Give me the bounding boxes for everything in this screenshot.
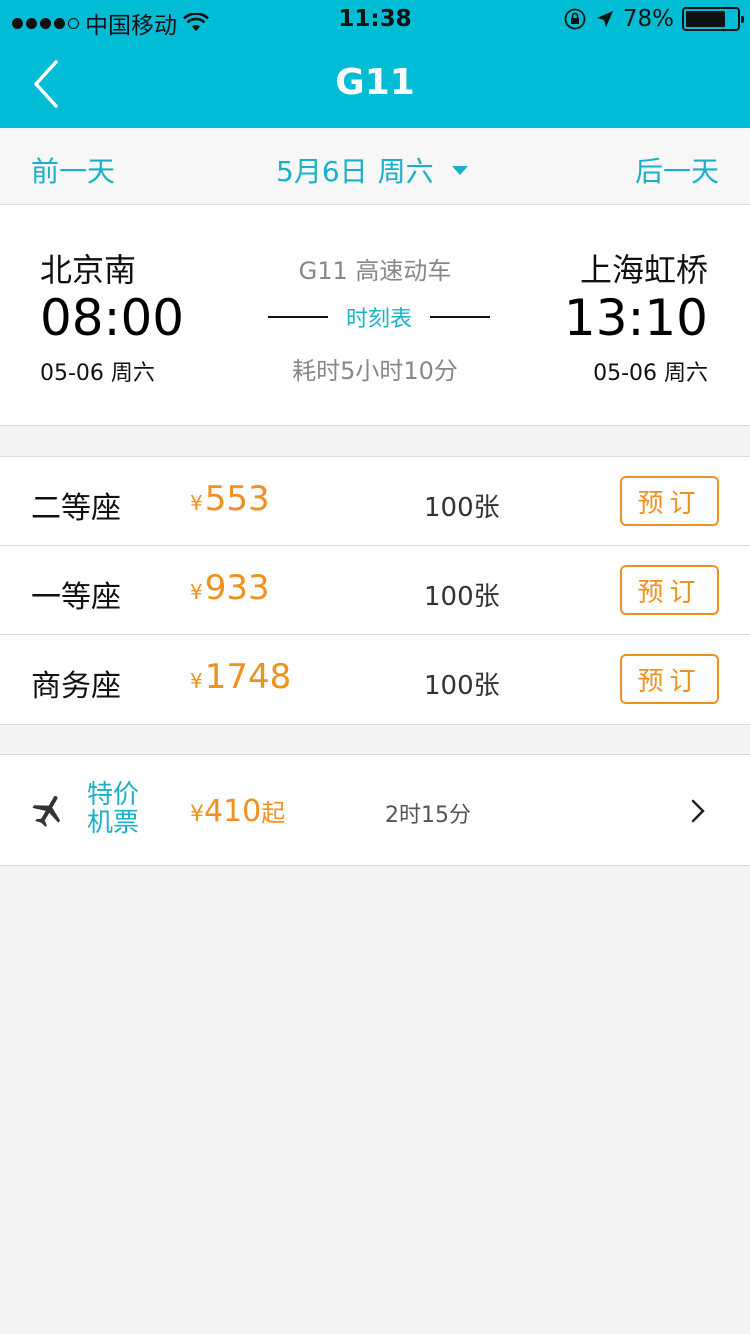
seat-availability: 100张: [424, 671, 500, 701]
seat-class: 二等座: [31, 491, 121, 526]
navigation-bar: G11: [0, 40, 750, 128]
seat-row: 一等座 ¥933 100张 预订: [0, 546, 750, 635]
divider-line: [268, 316, 328, 318]
signal-strength-icon: [12, 17, 79, 29]
next-day-button[interactable]: 后一天: [635, 150, 719, 190]
price-value: 933: [204, 568, 270, 608]
date-bar: 前一天 5月6日 周六 后一天: [0, 128, 750, 205]
rotation-lock-icon: [564, 8, 586, 30]
battery-percent: 78%: [622, 6, 674, 32]
departure-time: 08:00: [40, 289, 185, 347]
flight-deal-row[interactable]: 特价 机票 ¥410起 2时15分: [0, 754, 750, 866]
price-value: 553: [204, 479, 270, 519]
book-button[interactable]: 预订: [620, 565, 719, 615]
page-title: G11: [335, 62, 415, 103]
timetable-link[interactable]: 时刻表: [268, 301, 490, 333]
flight-label-line2: 机票: [87, 808, 140, 838]
flight-deal-label: 特价 机票: [87, 781, 147, 837]
carrier-name: 中国移动: [85, 13, 177, 39]
wifi-icon: [183, 13, 209, 31]
status-bar: 中国移动 11:38 78%: [0, 0, 750, 40]
flight-label-line1: 特价: [87, 780, 140, 810]
battery-icon: [682, 7, 744, 31]
seat-availability: 100张: [424, 493, 500, 523]
arrival-station: 上海虹桥: [579, 251, 708, 289]
arrival-time: 13:10: [563, 289, 708, 347]
airplane-icon: [32, 795, 60, 827]
timetable-label: 时刻表: [345, 307, 412, 332]
top-bar: 中国移动 11:38 78% G11: [0, 0, 750, 128]
trip-summary: 北京南 08:00 05-06 周六 G11 高速动车 时刻表 耗时5小时10分…: [0, 205, 750, 426]
price-value: 410: [204, 794, 262, 829]
seat-price: ¥1748: [190, 657, 291, 697]
seat-price: ¥933: [190, 568, 270, 608]
seat-class: 一等座: [31, 580, 121, 615]
book-button[interactable]: 预订: [620, 476, 719, 526]
currency-symbol: ¥: [190, 491, 203, 515]
currency-symbol: ¥: [190, 669, 203, 693]
divider-line: [429, 316, 490, 318]
back-button[interactable]: [26, 56, 66, 112]
location-arrow-icon: [596, 11, 613, 27]
flight-duration: 2时15分: [385, 803, 471, 828]
currency-symbol: ¥: [190, 580, 203, 604]
previous-day-button[interactable]: 前一天: [31, 150, 115, 190]
date-picker[interactable]: 5月6日 周六: [276, 150, 468, 190]
seat-price: ¥553: [190, 479, 270, 519]
seat-list: 二等座 ¥553 100张 预订 一等座 ¥933 100张 预订 商务座 ¥1…: [0, 456, 750, 725]
date-label: 5月6日: [276, 155, 368, 188]
seat-row: 商务座 ¥1748 100张 预订: [0, 635, 750, 724]
book-button[interactable]: 预订: [620, 654, 719, 704]
seat-row: 二等座 ¥553 100张 预订: [0, 457, 750, 546]
seat-availability: 100张: [424, 582, 500, 612]
chevron-right-icon: [691, 799, 705, 823]
seat-class: 商务座: [31, 669, 121, 704]
price-suffix: 起: [261, 799, 286, 827]
currency-symbol: ¥: [190, 802, 204, 827]
caret-down-icon: [451, 165, 468, 175]
arrival-date: 05-06 周六: [593, 361, 708, 386]
price-value: 1748: [204, 657, 292, 697]
weekday-label: 周六: [377, 155, 434, 188]
flight-price: ¥410起: [190, 793, 285, 829]
